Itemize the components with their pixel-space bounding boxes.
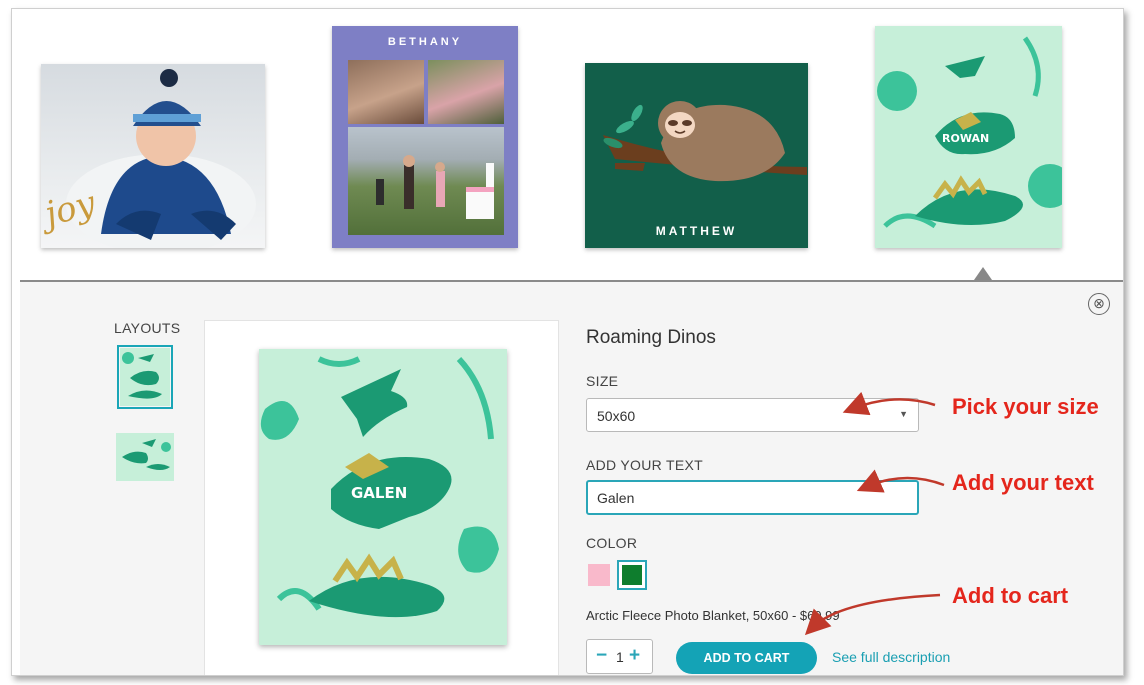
chevron-down-icon: ▼ (899, 409, 908, 419)
collage-photo-1 (348, 60, 424, 124)
layout-landscape-thumb (122, 439, 171, 470)
collage-photo-3 (348, 127, 504, 235)
layout-option-landscape[interactable] (116, 433, 174, 481)
color-swatch-green-selected[interactable] (617, 560, 647, 590)
blanket-preview-box: GALEN (204, 320, 559, 675)
annotation-add-cart: Add to cart (952, 583, 1069, 608)
layout-option-portrait[interactable] (117, 345, 173, 409)
plus-icon[interactable]: + (629, 646, 640, 666)
see-full-description-link[interactable]: See full description (832, 649, 950, 665)
annotation-pick-size: Pick your size (952, 394, 1099, 419)
size-selected-value: 50x60 (597, 408, 636, 424)
layouts-label: LAYOUTS (114, 320, 181, 336)
design-thumb-rowan[interactable]: ROWAN (875, 26, 1062, 248)
product-customizer-window: joy BETHANY MATTHEW ROWAN ⊗ LAYOUTS GALE… (11, 8, 1124, 676)
blanket-name-text: GALEN (351, 484, 408, 502)
product-description: Arctic Fleece Photo Blanket, 50x60 - $69… (586, 608, 840, 623)
size-select[interactable]: 50x60 ▼ (586, 398, 919, 432)
color-label: COLOR (586, 535, 638, 551)
design-thumb-sloth[interactable]: MATTHEW (585, 63, 808, 248)
rowan-label: ROWAN (942, 132, 989, 145)
design-gallery: joy BETHANY MATTHEW ROWAN (12, 9, 1123, 281)
minus-icon[interactable]: − (596, 646, 607, 666)
dinos-illustration-small: ROWAN (877, 36, 1062, 229)
family-llama-photo (376, 155, 494, 219)
sloth-illustration (603, 101, 807, 182)
blanket-preview: GALEN (259, 349, 507, 645)
quantity-value: 1 (616, 649, 624, 665)
product-title: Roaming Dinos (586, 327, 716, 348)
layout-portrait-thumb (122, 352, 162, 399)
design-thumb-bethany[interactable]: BETHANY (332, 26, 518, 248)
color-swatch-green-fill (622, 565, 642, 585)
add-to-cart-button[interactable]: ADD TO CART (676, 642, 817, 674)
size-label: SIZE (586, 373, 619, 389)
bethany-title: BETHANY (387, 36, 463, 48)
selected-design-pointer (974, 267, 992, 280)
custom-text-input[interactable] (586, 480, 919, 515)
collage-photo-2 (428, 60, 504, 124)
add-text-label: ADD YOUR TEXT (586, 457, 703, 473)
matthew-title: MATTHEW (655, 224, 738, 238)
design-thumb-joy[interactable]: joy (41, 64, 265, 248)
close-icon[interactable]: ⊗ (1088, 293, 1110, 315)
color-swatch-pink[interactable] (588, 564, 610, 586)
quantity-stepper[interactable]: − 1 + (586, 639, 653, 674)
annotation-add-text: Add your text (952, 470, 1094, 495)
